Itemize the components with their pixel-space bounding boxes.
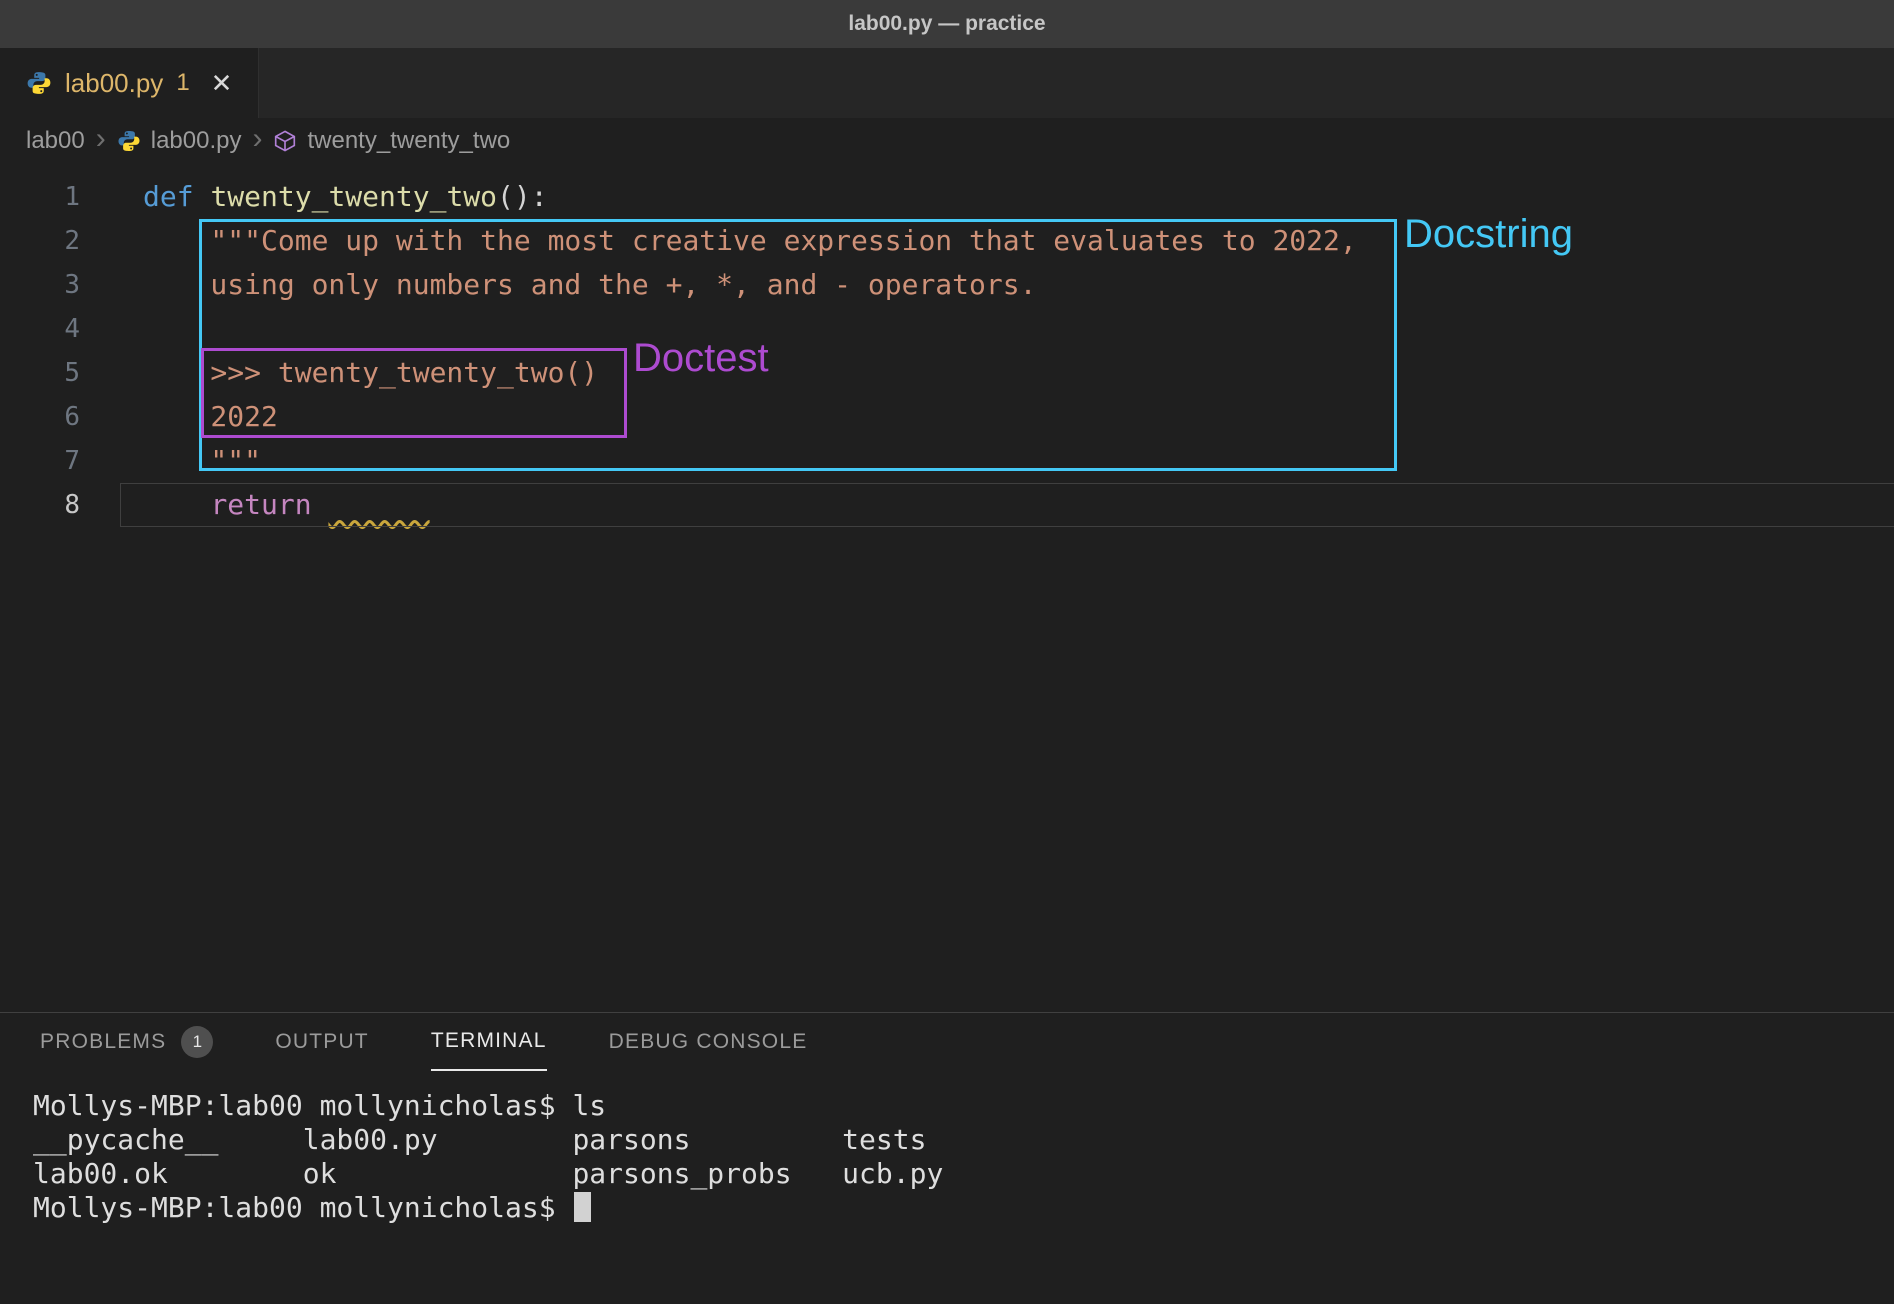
line-content: using only numbers and the +, *, and - o… xyxy=(143,263,1036,307)
panel-tab-label: OUTPUT xyxy=(275,1030,369,1054)
line-content: """ xyxy=(143,439,261,483)
panel-tabs: PROBLEMS 1 OUTPUT TERMINAL DEBUG CONSOLE xyxy=(0,1013,1894,1071)
chevron-right-icon: › xyxy=(96,124,106,154)
code-line-8[interactable]: 8 return xyxy=(0,483,1894,527)
code-line-3[interactable]: 3 using only numbers and the +, *, and -… xyxy=(0,263,1894,307)
tab-lab00-py[interactable]: lab00.py 1 ✕ xyxy=(0,48,259,118)
panel-tab-terminal[interactable]: TERMINAL xyxy=(431,1013,547,1071)
tab-modified-badge: 1 xyxy=(176,69,189,97)
code-line-7[interactable]: 7 """ xyxy=(0,439,1894,483)
python-icon xyxy=(117,129,141,153)
panel-tab-label: TERMINAL xyxy=(431,1029,547,1053)
code-editor[interactable]: 1def twenty_twenty_two():2 """Come up wi… xyxy=(0,164,1894,1012)
code-line-6[interactable]: 6 2022 xyxy=(0,395,1894,439)
terminal-line: __pycache__ lab00.py parsons tests xyxy=(33,1123,1894,1157)
terminal-prompt-line: Mollys-MBP:lab00 mollynicholas$ xyxy=(33,1191,1894,1225)
code-line-2[interactable]: 2 """Come up with the most creative expr… xyxy=(0,219,1894,263)
close-icon[interactable]: ✕ xyxy=(211,68,233,99)
tab-label: lab00.py xyxy=(65,68,163,99)
terminal-cursor xyxy=(574,1192,591,1222)
window-title: lab00.py — practice xyxy=(848,12,1045,36)
line-number: 6 xyxy=(0,395,80,439)
line-number: 4 xyxy=(0,307,80,351)
titlebar: lab00.py — practice xyxy=(0,0,1894,48)
panel-tab-problems[interactable]: PROBLEMS 1 xyxy=(40,1013,213,1071)
line-number: 5 xyxy=(0,351,80,395)
vscode-window: lab00.py — practice lab00.py 1 ✕ lab00 ›… xyxy=(0,0,1894,1304)
terminal-output[interactable]: Mollys-MBP:lab00 mollynicholas$ ls__pyca… xyxy=(0,1071,1894,1225)
panel-tab-label: PROBLEMS xyxy=(40,1030,166,1054)
terminal-line: lab00.ok ok parsons_probs ucb.py xyxy=(33,1157,1894,1191)
panel-tab-label: DEBUG CONSOLE xyxy=(609,1030,808,1054)
code-line-5[interactable]: 5 >>> twenty_twenty_two() xyxy=(0,351,1894,395)
panel-tab-debug-console[interactable]: DEBUG CONSOLE xyxy=(609,1013,808,1071)
code-line-4[interactable]: 4 xyxy=(0,307,1894,351)
chevron-right-icon: › xyxy=(252,124,262,154)
line-number: 8 xyxy=(0,483,80,527)
bottom-panel: PROBLEMS 1 OUTPUT TERMINAL DEBUG CONSOLE Mol… xyxy=(0,1012,1894,1304)
line-content: >>> twenty_twenty_two() xyxy=(143,351,598,395)
terminal-line: Mollys-MBP:lab00 mollynicholas$ ls xyxy=(33,1089,1894,1123)
breadcrumb-item-twenty-twenty-two[interactable]: twenty_twenty_two xyxy=(307,127,510,155)
line-content: def twenty_twenty_two(): xyxy=(143,175,548,219)
line-number: 3 xyxy=(0,263,80,307)
code-lines: 1def twenty_twenty_two():2 """Come up wi… xyxy=(0,175,1894,527)
line-content: 2022 xyxy=(143,395,278,439)
terminal-prompt: Mollys-MBP:lab00 mollynicholas$ xyxy=(33,1191,572,1224)
breadcrumb-item-lab00[interactable]: lab00 xyxy=(26,127,85,155)
editor-tab-bar: lab00.py 1 ✕ xyxy=(0,48,1894,118)
panel-tab-output[interactable]: OUTPUT xyxy=(275,1013,369,1071)
code-line-1[interactable]: 1 def twenty_twenty_two(): xyxy=(0,175,1894,219)
line-content: return xyxy=(143,483,430,527)
line-content: """Come up with the most creative expres… xyxy=(143,219,1357,263)
breadcrumb: lab00 › lab00.py › twenty_twenty_two xyxy=(0,118,1894,164)
line-number: 2 xyxy=(0,219,80,263)
line-number: 1 xyxy=(0,175,80,219)
problems-count-badge: 1 xyxy=(181,1026,213,1058)
breadcrumb-item-lab00-py[interactable]: lab00.py xyxy=(151,127,242,155)
symbol-class-icon xyxy=(273,129,297,153)
python-icon xyxy=(26,70,52,96)
line-number: 7 xyxy=(0,439,80,483)
